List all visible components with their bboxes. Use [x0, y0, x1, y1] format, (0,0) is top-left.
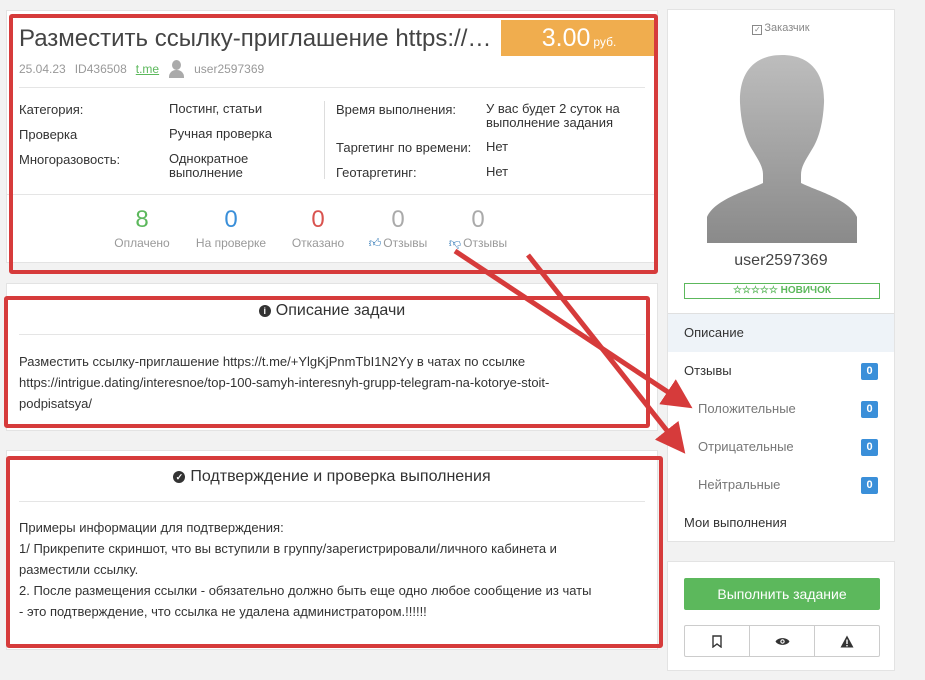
bookmark-button[interactable]: [685, 626, 750, 656]
role-label: ✓ Заказчик: [668, 22, 894, 35]
profile-username[interactable]: user2597369: [668, 252, 894, 270]
annotation-frame: [9, 14, 658, 274]
menu-label: Описание: [684, 325, 744, 340]
menu-label: Мои выполнения: [684, 515, 787, 530]
count-badge: 0: [861, 363, 878, 380]
annotation-frame: [6, 456, 663, 648]
action-buttons: [684, 625, 880, 657]
menu-item-description[interactable]: Описание: [668, 314, 894, 352]
level-badge: ☆☆☆☆☆ НОВИЧОК: [684, 283, 880, 299]
bookmark-icon: [712, 634, 722, 648]
avatar: [707, 55, 857, 243]
menu-label: Нейтральные: [698, 477, 781, 492]
actions-panel: Выполнить задание: [667, 561, 895, 671]
complete-task-button[interactable]: Выполнить задание: [684, 578, 880, 610]
warning-icon: [840, 635, 854, 647]
annotation-frame: [4, 296, 650, 428]
report-button[interactable]: [815, 626, 879, 656]
count-badge: 0: [861, 401, 878, 418]
menu-item-neutral[interactable]: Нейтральные 0: [668, 466, 894, 504]
menu-item-reviews[interactable]: Отзывы 0: [668, 352, 894, 390]
count-badge: 0: [861, 439, 878, 456]
watch-button[interactable]: [750, 626, 815, 656]
menu-item-negative[interactable]: Отрицательные 0: [668, 428, 894, 466]
menu-label: Отрицательные: [698, 439, 794, 454]
eye-icon: [775, 637, 789, 645]
check-square-icon: ✓: [752, 25, 763, 35]
menu-label: Положительные: [698, 401, 796, 416]
role-text: Заказчик: [764, 22, 810, 34]
menu-item-my-completions[interactable]: Мои выполнения: [668, 504, 894, 542]
profile-menu: Описание Отзывы 0 Положительные 0 Отрицате…: [668, 313, 894, 542]
profile-panel: ✓ Заказчик user2597369 ☆☆☆☆☆ НОВИЧОК Опис…: [667, 9, 895, 542]
menu-item-positive[interactable]: Положительные 0: [668, 390, 894, 428]
count-badge: 0: [861, 477, 878, 494]
menu-label: Отзывы: [684, 363, 732, 378]
